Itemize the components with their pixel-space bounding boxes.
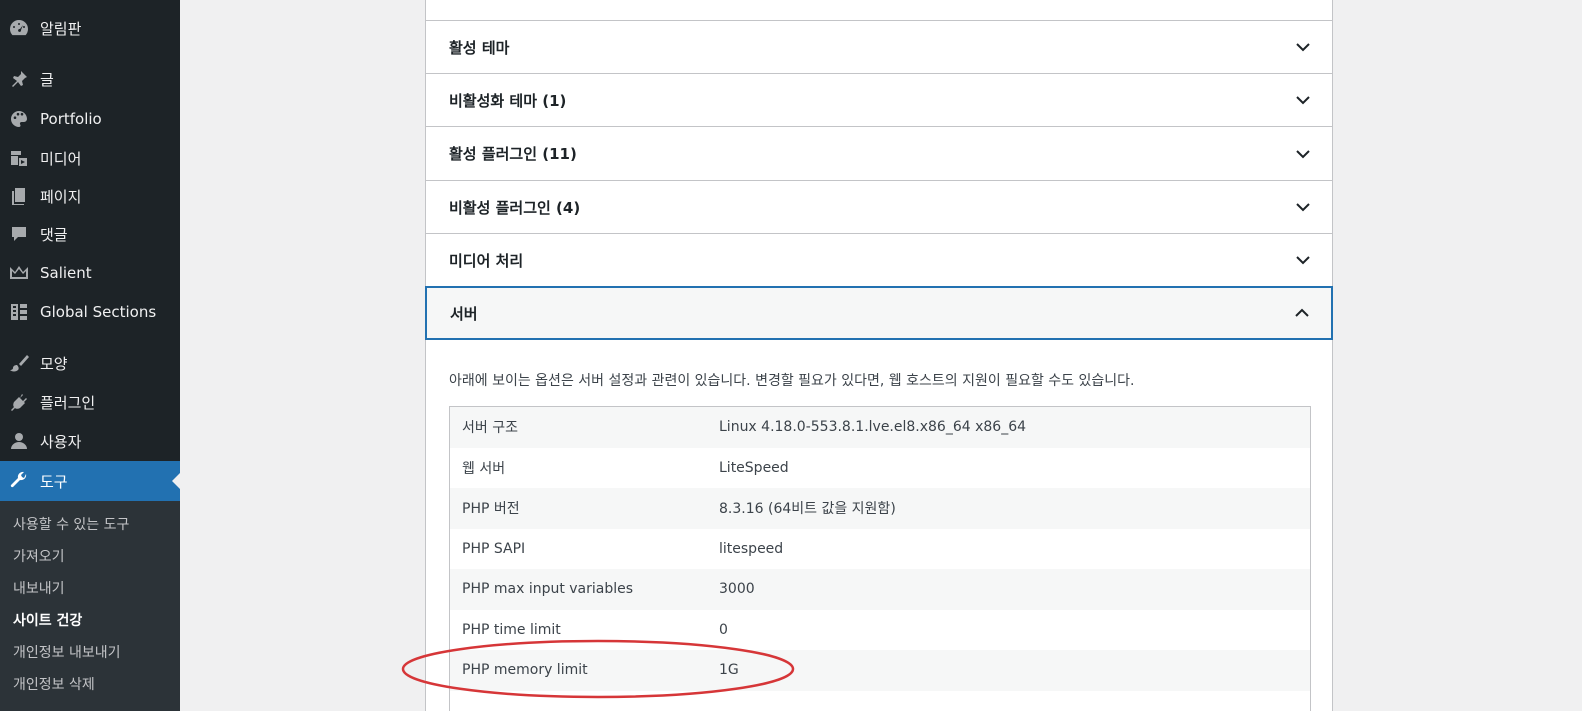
accordion-label: 서버 <box>450 304 478 323</box>
table-row: PHP SAPI litespeed <box>450 528 1310 569</box>
menu-salient[interactable]: Salient <box>0 255 180 291</box>
menu-plugins[interactable]: 플러그인 <box>0 384 180 420</box>
menu-label: Salient <box>40 264 92 282</box>
submenu-export-personal-data[interactable]: 개인정보 내보내기 <box>13 642 121 662</box>
server-info-table: 서버 구조 Linux 4.18.0-553.8.1.lve.el8.x86_6… <box>449 406 1311 711</box>
menu-portfolio[interactable]: Portfolio <box>0 101 180 137</box>
submenu-erase-personal-data[interactable]: 개인정보 삭제 <box>13 674 95 694</box>
table-row: PHP time limit 0 <box>450 609 1310 650</box>
submenu-available-tools[interactable]: 사용할 수 있는 도구 <box>13 514 129 534</box>
menu-media[interactable]: 미디어 <box>0 140 180 176</box>
accordion-media-handling[interactable]: 미디어 처리 <box>425 234 1333 287</box>
submenu-import[interactable]: 가져오기 <box>13 546 65 566</box>
accordion-inactive-plugins[interactable]: 비활성 플러그인 (4) <box>425 181 1333 234</box>
row-key: PHP memory limit <box>462 662 588 679</box>
row-value: LiteSpeed <box>719 459 789 476</box>
menu-global-sections[interactable]: Global Sections <box>0 294 180 330</box>
accordion-label: 미디어 처리 <box>449 251 524 270</box>
accordion-active-theme[interactable]: 활성 테마 <box>425 21 1333 74</box>
accordion-server[interactable]: 서버 <box>425 286 1333 340</box>
table-row: PHP 버전 8.3.16 (64비트 값을 지원함) <box>450 488 1310 529</box>
submenu-site-health[interactable]: 사이트 건강 <box>13 610 82 630</box>
menu-comments[interactable]: 댓글 <box>0 216 180 252</box>
accordion-label: 활성 테마 <box>449 38 510 57</box>
row-value: litespeed <box>719 540 784 557</box>
menu-label: Portfolio <box>40 110 102 128</box>
submenu-export[interactable]: 내보내기 <box>13 578 65 598</box>
accordion-active-plugins[interactable]: 활성 플러그인 (11) <box>425 127 1333 181</box>
palette-icon <box>8 108 30 130</box>
accordion-inactive-themes[interactable]: 비활성화 테마 (1) <box>425 74 1333 127</box>
comment-icon <box>8 223 30 245</box>
row-value: Linux 4.18.0-553.8.1.lve.el8.x86_64 x86_… <box>719 419 1027 436</box>
menu-label: 글 <box>40 70 54 89</box>
menu-users[interactable]: 사용자 <box>0 423 180 459</box>
tools-submenu: 사용할 수 있는 도구 가져오기 내보내기 사이트 건강 개인정보 내보내기 개… <box>0 501 180 711</box>
crown-icon <box>8 262 30 284</box>
accordion-label: 비활성 플러그인 (4) <box>449 198 581 217</box>
user-icon <box>8 430 30 452</box>
site-health-info-panel: 활성 테마 비활성화 테마 (1) 활성 플러그인 (11) 비활성 플러그인 … <box>425 0 1333 711</box>
menu-label: 도구 <box>40 472 68 491</box>
row-key: 웹 서버 <box>462 460 506 477</box>
menu-dashboard[interactable]: 알림판 <box>0 10 180 46</box>
row-key: PHP time limit <box>462 621 561 638</box>
layout-icon <box>8 301 30 323</box>
accordion-label: 활성 플러그인 (11) <box>449 145 577 163</box>
table-row: 서버 구조 Linux 4.18.0-553.8.1.lve.el8.x86_6… <box>450 407 1310 448</box>
dashboard-icon <box>8 17 30 39</box>
menu-label: 미디어 <box>40 149 82 168</box>
chevron-down-icon <box>1294 198 1312 216</box>
page-icon <box>8 185 30 207</box>
menu-label: 페이지 <box>40 187 82 206</box>
chevron-down-icon <box>1294 251 1312 269</box>
admin-sidebar: 알림판 글 Portfolio 미디어 페이지 댓글 Salient Globa… <box>0 0 180 711</box>
chevron-down-icon <box>1294 145 1312 163</box>
media-icon <box>8 147 30 169</box>
table-row: 웹 서버 LiteSpeed <box>450 447 1310 488</box>
chevron-down-icon <box>1294 38 1312 56</box>
menu-label: 플러그인 <box>40 393 96 412</box>
menu-label: 모양 <box>40 354 68 373</box>
server-description: 아래에 보이는 옵션은 서버 설정과 관련이 있습니다. 변경할 필요가 있다면… <box>449 373 1135 389</box>
row-value: 1G <box>719 662 739 679</box>
chevron-up-icon <box>1293 304 1311 322</box>
brush-icon <box>8 352 30 374</box>
server-section-body: 아래에 보이는 옵션은 서버 설정과 관련이 있습니다. 변경할 필요가 있다면… <box>425 340 1333 711</box>
row-value: 8.3.16 (64비트 값을 지원함) <box>719 501 896 518</box>
plugin-icon <box>8 391 30 413</box>
menu-label: 댓글 <box>40 225 68 244</box>
wrench-icon <box>8 470 30 492</box>
table-row: PHP max input variables 3000 <box>450 569 1310 610</box>
menu-tools[interactable]: 도구 <box>0 461 180 501</box>
accordion-label: 비활성화 테마 (1) <box>449 91 567 110</box>
menu-posts[interactable]: 글 <box>0 61 180 97</box>
menu-appearance[interactable]: 모양 <box>0 345 180 381</box>
row-key: PHP max input variables <box>462 581 634 598</box>
row-value: 3000 <box>719 581 755 598</box>
menu-label: 사용자 <box>40 432 82 451</box>
pin-icon <box>8 68 30 90</box>
row-key: 서버 구조 <box>462 420 518 437</box>
menu-label: 알림판 <box>40 19 82 38</box>
chevron-down-icon <box>1294 91 1312 109</box>
accordion-partial-top <box>425 0 1333 21</box>
table-row-partial <box>450 690 1310 711</box>
table-row: PHP memory limit 1G <box>450 650 1310 691</box>
menu-label: Global Sections <box>40 303 157 321</box>
menu-pages[interactable]: 페이지 <box>0 178 180 214</box>
row-key: PHP 버전 <box>462 501 520 518</box>
row-value: 0 <box>719 621 728 638</box>
row-key: PHP SAPI <box>462 540 526 557</box>
